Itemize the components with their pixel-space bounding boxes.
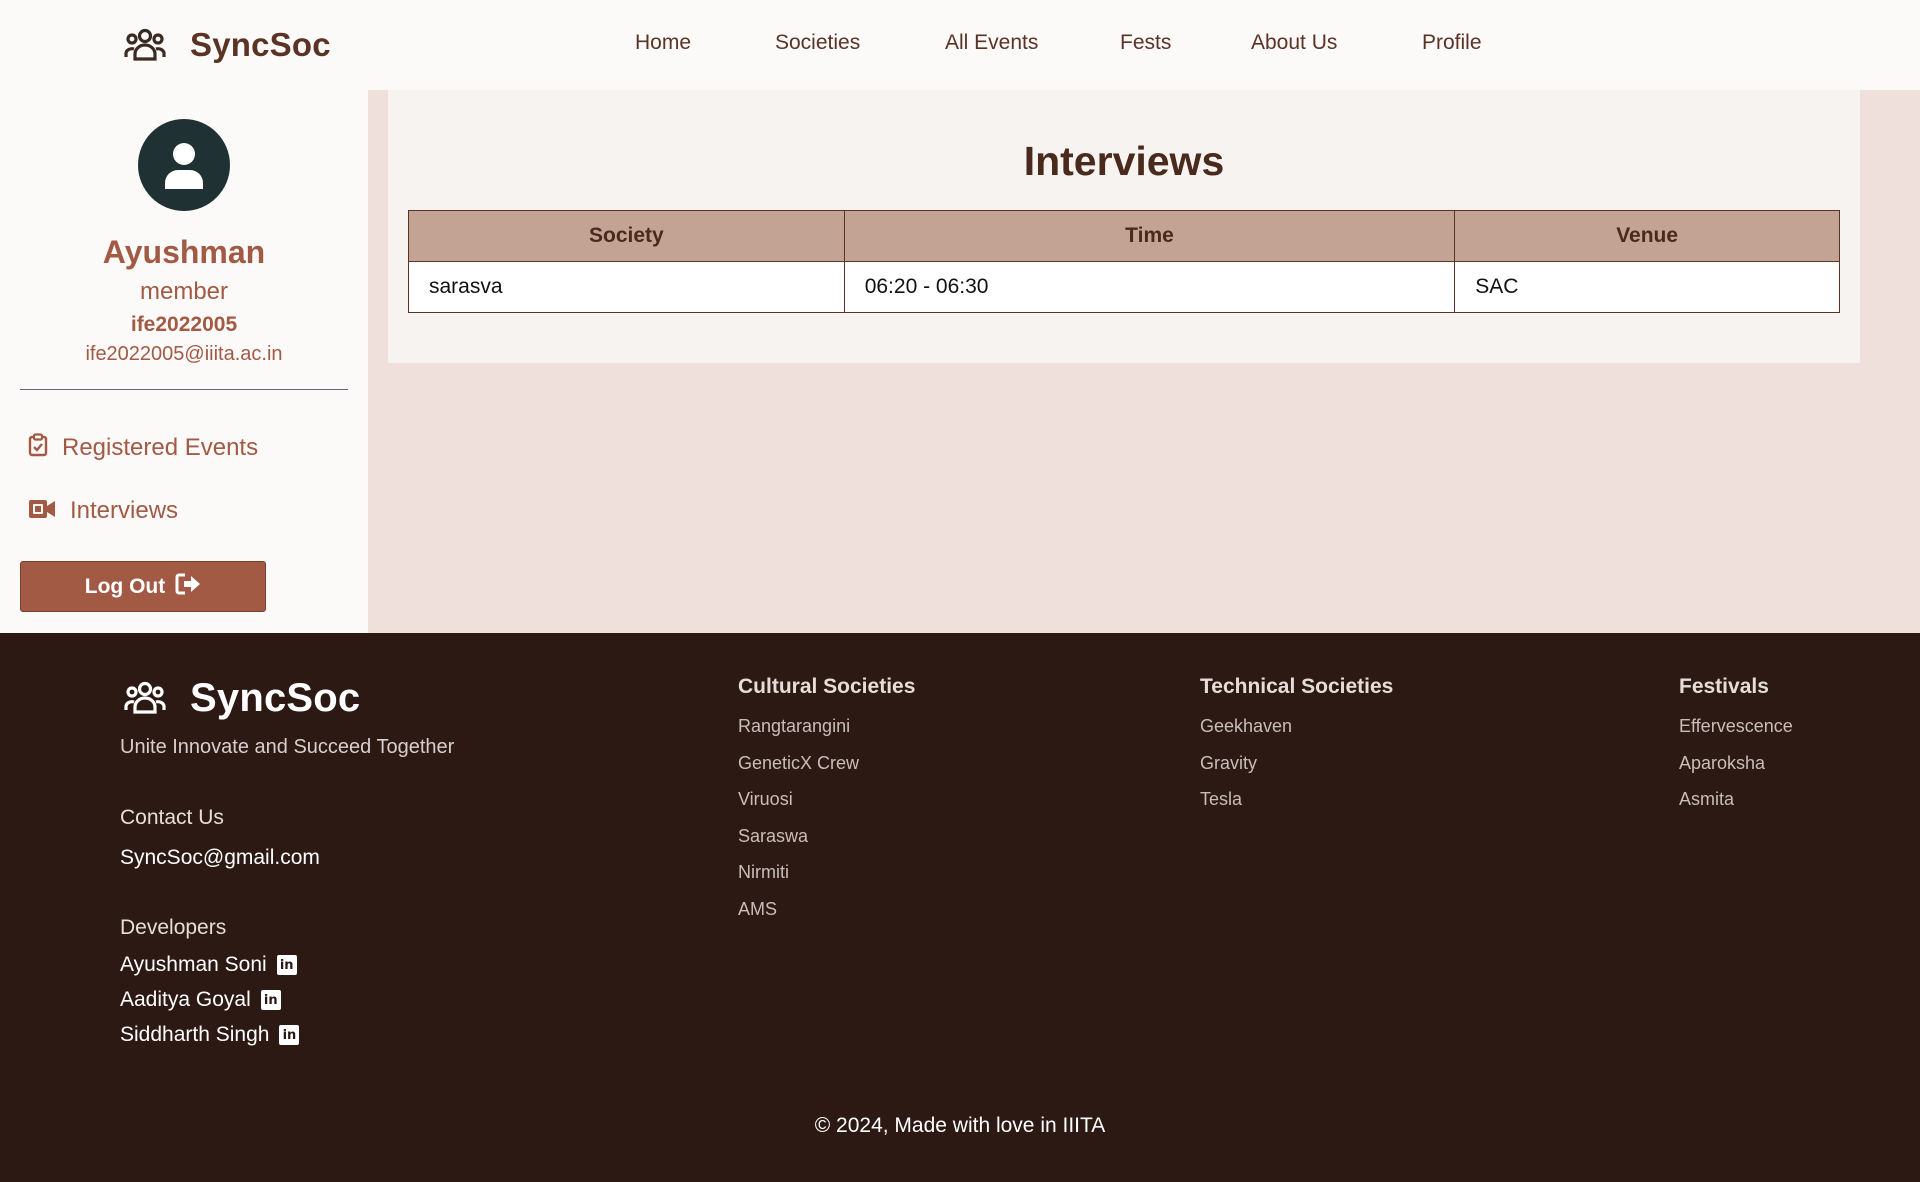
footer-link[interactable]: Rangtarangini — [738, 716, 859, 753]
developers-heading: Developers — [120, 916, 227, 939]
footer-link[interactable]: Viruosi — [738, 789, 859, 826]
user-role: member — [139, 278, 229, 305]
avatar — [138, 119, 230, 211]
site-footer: SyncSoc Unite Innovate and Succeed Toget… — [0, 633, 1920, 1182]
user-name: Ayushman — [102, 234, 266, 270]
footer-link[interactable]: Aparoksha — [1679, 753, 1793, 790]
interviews-card: Interviews Society Time Venue sarasva 06… — [388, 90, 1860, 363]
logout-label: Log Out — [84, 574, 166, 598]
footer-link[interactable]: Saraswa — [738, 826, 859, 863]
cultural-societies-list: Rangtarangini GeneticX Crew Viruosi Sara… — [738, 716, 859, 935]
footer-brand[interactable]: SyncSoc — [122, 675, 360, 721]
users-group-icon — [122, 675, 168, 721]
footer-link[interactable]: GeneticX Crew — [738, 753, 859, 790]
developer-name: Aaditya Goyal — [120, 988, 251, 1011]
sidebar-item-interviews[interactable]: Interviews — [28, 497, 178, 525]
linkedin-icon[interactable]: in — [276, 955, 297, 975]
nav-all-events[interactable]: All Events — [945, 31, 1038, 55]
footer-link[interactable]: Effervescence — [1679, 716, 1793, 753]
profile-sidebar: Ayushman member ife2022005 ife2022005@ii… — [0, 90, 368, 633]
sidebar-item-label: Registered Events — [62, 433, 259, 461]
nav-links: Home Societies All Events Fests About Us… — [0, 0, 1920, 90]
page-title: Interviews — [1023, 138, 1225, 184]
user-id: ife2022005 — [130, 313, 238, 336]
nav-societies[interactable]: Societies — [775, 31, 860, 55]
column-header-time: Time — [843, 210, 1456, 262]
festivals-list: Effervescence Aparoksha Asmita — [1679, 716, 1793, 826]
nav-profile[interactable]: Profile — [1422, 31, 1482, 55]
cell-venue: SAC — [1454, 261, 1840, 313]
linkedin-icon[interactable]: in — [279, 1025, 300, 1045]
developer-name: Siddharth Singh — [120, 1023, 270, 1046]
sidebar-item-label: Interviews — [70, 497, 179, 524]
footer-link[interactable]: Tesla — [1200, 789, 1292, 826]
festivals-heading: Festivals — [1679, 675, 1769, 698]
nav-fests[interactable]: Fests — [1120, 31, 1171, 55]
footer-tagline: Unite Innovate and Succeed Together — [120, 736, 455, 758]
contact-email[interactable]: SyncSoc@gmail.com — [120, 846, 320, 870]
developer-item[interactable]: Aaditya Goyal in — [120, 988, 281, 1012]
video-camera-icon — [28, 498, 56, 525]
cell-time: 06:20 - 06:30 — [843, 261, 1456, 313]
technical-societies-heading: Technical Societies — [1200, 675, 1394, 698]
developer-name: Ayushman Soni — [120, 953, 267, 976]
footer-link[interactable]: Geekhaven — [1200, 716, 1292, 753]
interviews-table: Society Time Venue sarasva 06:20 - 06:30… — [408, 210, 1840, 313]
table-row: sarasva 06:20 - 06:30 SAC — [408, 261, 1840, 313]
nav-about-us[interactable]: About Us — [1251, 31, 1337, 55]
contact-heading: Contact Us — [120, 806, 224, 829]
table-header-row: Society Time Venue — [408, 210, 1840, 262]
cultural-societies-heading: Cultural Societies — [738, 675, 916, 698]
column-header-society: Society — [408, 210, 845, 262]
developer-item[interactable]: Siddharth Singh in — [120, 1023, 300, 1047]
sidebar-item-registered-events[interactable]: Registered Events — [28, 433, 258, 462]
copyright: © 2024, Made with love in IIITA — [814, 1114, 1106, 1137]
user-email: ife2022005@iiita.ac.in — [85, 343, 283, 365]
cell-society: sarasva — [408, 261, 845, 313]
logout-button[interactable]: Log Out — [20, 561, 266, 612]
footer-brand-name: SyncSoc — [190, 675, 361, 720]
user-icon — [165, 143, 203, 189]
footer-link[interactable]: Asmita — [1679, 789, 1793, 826]
clipboard-check-icon — [28, 433, 48, 462]
top-navbar: SyncSoc Home Societies All Events Fests … — [0, 0, 1920, 90]
sign-out-icon — [175, 573, 201, 601]
sidebar-divider — [20, 389, 348, 390]
footer-link[interactable]: Gravity — [1200, 753, 1292, 790]
developer-item[interactable]: Ayushman Soni in — [120, 953, 297, 977]
footer-link[interactable]: Nirmiti — [738, 862, 859, 899]
nav-home[interactable]: Home — [635, 31, 691, 55]
linkedin-icon[interactable]: in — [260, 990, 281, 1010]
technical-societies-list: Geekhaven Gravity Tesla — [1200, 716, 1292, 826]
footer-link[interactable]: AMS — [738, 899, 859, 936]
column-header-venue: Venue — [1454, 210, 1840, 262]
